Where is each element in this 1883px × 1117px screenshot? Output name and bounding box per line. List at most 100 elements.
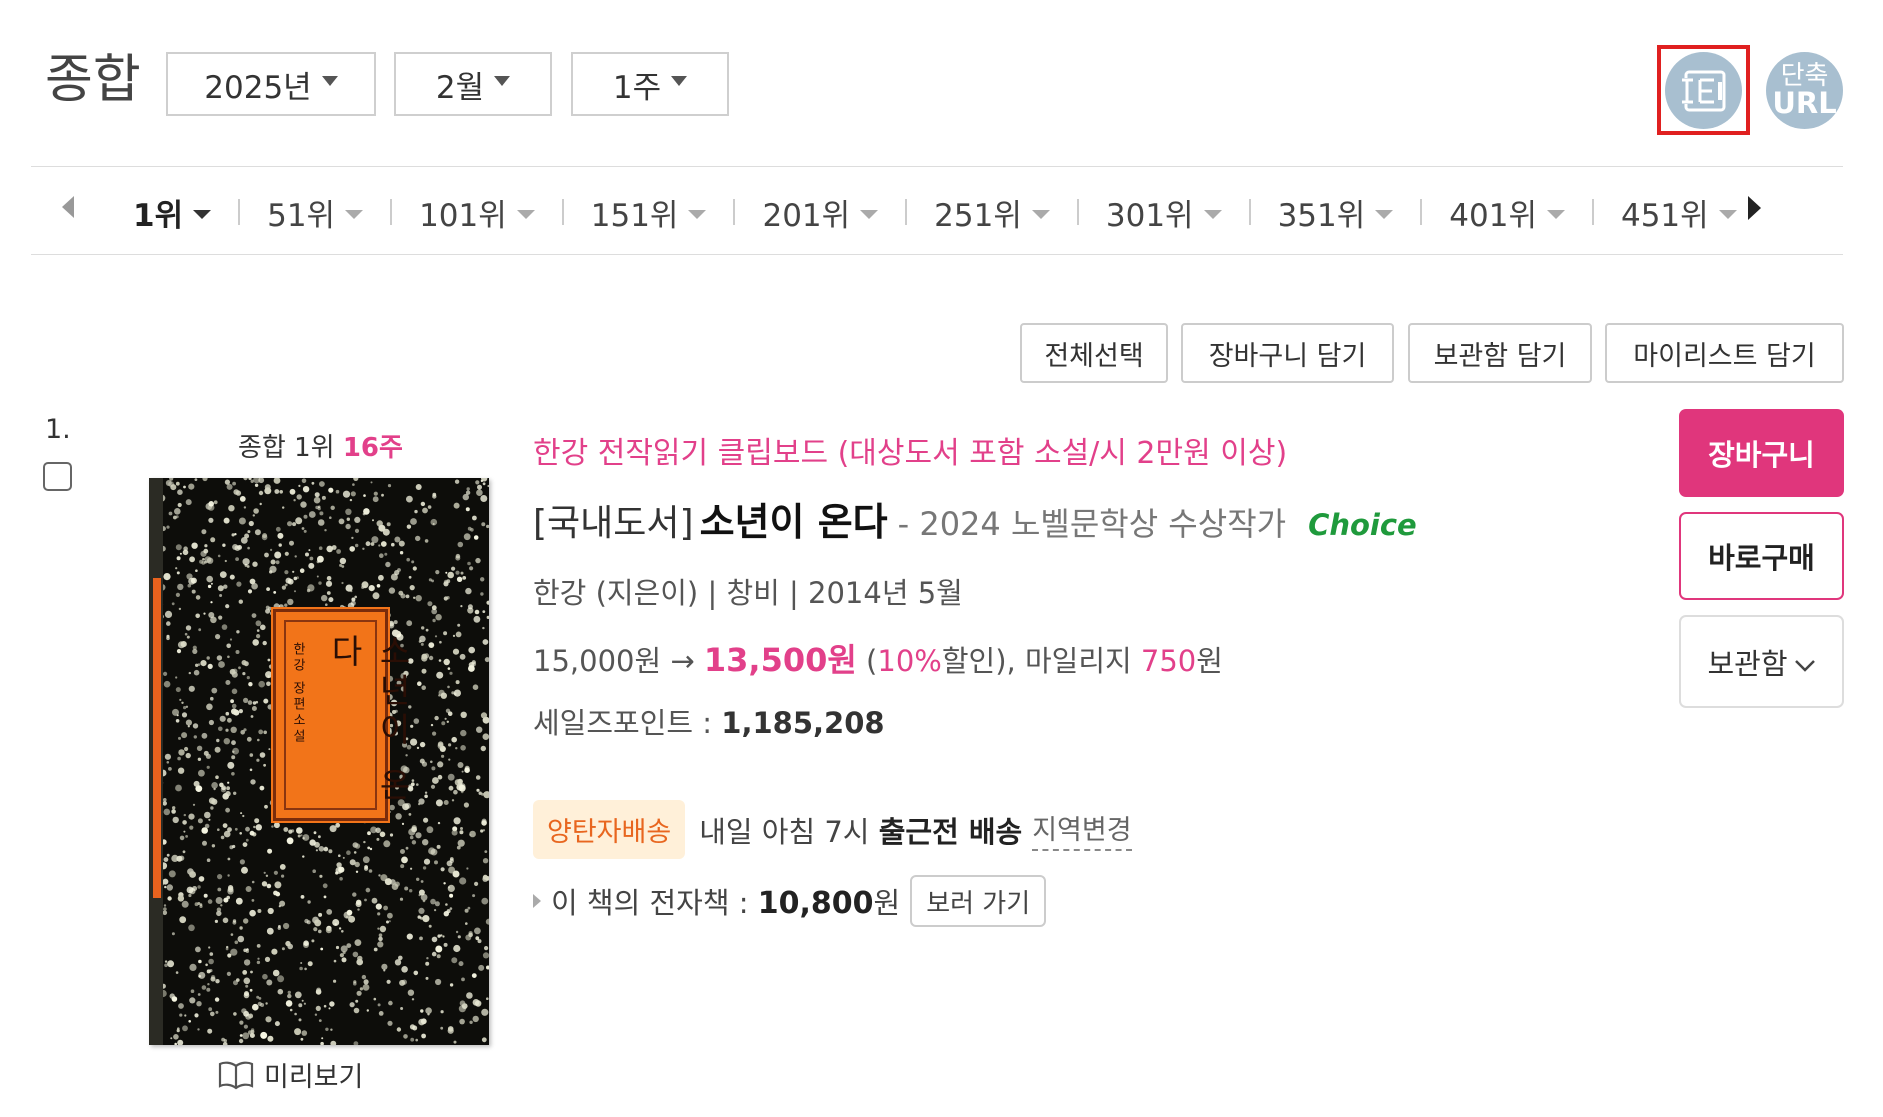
- change-region-link[interactable]: 지역변경: [1032, 808, 1132, 851]
- chevron-down-icon: [1203, 209, 1222, 219]
- rank-range-label: 151위: [590, 197, 679, 234]
- mileage-value: 750: [1140, 644, 1197, 678]
- add-to-mylist-button[interactable]: 마이리스트 담기: [1605, 323, 1844, 383]
- chevron-down-icon: [494, 76, 511, 86]
- rank-separator: [733, 199, 736, 225]
- add-to-cart-button[interactable]: 장바구니 담기: [1181, 323, 1394, 383]
- rank-range-label: 351위: [1277, 197, 1366, 234]
- ebook-label: 이 책의 전자책 :: [551, 886, 749, 920]
- divider: [31, 166, 1843, 167]
- item-checkbox[interactable]: [43, 462, 72, 491]
- cart-button[interactable]: 장바구니: [1679, 409, 1844, 497]
- month-select-label: 2월: [435, 69, 485, 106]
- year-select-label: 2025년: [204, 69, 312, 106]
- price-line: 15,000원 → 13,500원 (10%할인), 마일리지 750원: [533, 635, 1223, 681]
- rank-range-label: 101위: [419, 197, 507, 234]
- rank-separator: [1591, 199, 1594, 225]
- rank-range-item[interactable]: 251위: [919, 190, 1065, 235]
- ebook-info: 이 책의 전자책 : 10,800원 보러 가기: [533, 875, 1047, 927]
- share-icon: [1680, 70, 1725, 111]
- select-all-button[interactable]: 전체선택: [1020, 323, 1168, 383]
- book-open-icon: [218, 1061, 254, 1089]
- delivery-info: 양탄자배송 내일 아침 7시 출근전 배송 지역변경: [533, 800, 1132, 859]
- sale-price: 13,500원: [703, 641, 857, 679]
- share-button[interactable]: [1665, 52, 1742, 129]
- rank-prev-arrow-icon[interactable]: [62, 196, 74, 218]
- rank-badge: 종합 1위 16주: [238, 427, 403, 464]
- rank-range-item[interactable]: 401위: [1434, 190, 1580, 235]
- chevron-down-icon: [1546, 209, 1565, 219]
- month-select[interactable]: 2월: [394, 52, 552, 116]
- discount-word: 할인), 마일리지: [941, 644, 1132, 678]
- rank-range-item[interactable]: 101위: [404, 190, 550, 235]
- buy-now-button[interactable]: 바로구매: [1679, 512, 1844, 600]
- cover-title-label: 소년이 온다 한강 장편소설: [271, 607, 412, 823]
- rank-separator: [1076, 199, 1079, 225]
- week-select[interactable]: 1주: [571, 52, 729, 116]
- rank-separator: [1420, 199, 1423, 225]
- rank-separator: [1248, 199, 1251, 225]
- cover-spine-strip: [153, 578, 161, 898]
- rank-range-label: 201위: [762, 197, 851, 234]
- rank-nav: 1위 51위 101위 151위 201위 251위 301위 351위 401위 451위: [118, 190, 1752, 234]
- short-url-line2: URL: [1772, 86, 1837, 120]
- cover-subtitle: 한강 장편소설: [290, 642, 305, 746]
- choice-badge: Choice: [1308, 508, 1417, 542]
- cover-title: 소년이 온다: [325, 634, 412, 807]
- rank-range-item[interactable]: 51위: [252, 190, 378, 235]
- sales-points: 세일즈포인트 : 1,185,208: [533, 700, 885, 742]
- short-url-button[interactable]: 단축 URL: [1766, 52, 1843, 129]
- author-line[interactable]: 한강 (지은이) | 창비 | 2014년 5월: [533, 570, 963, 612]
- rank-range-item[interactable]: 451위: [1606, 190, 1752, 235]
- rank-range-label: 401위: [1449, 197, 1537, 234]
- delivery-badge: 양탄자배송: [533, 800, 686, 859]
- chevron-down-icon: [1718, 209, 1737, 219]
- title-line: [국내도서] 소년이 온다 - 2024 노벨문학상 수상작가 Choice: [533, 491, 1417, 546]
- chevron-down-icon: [688, 209, 707, 219]
- rank-range-label: 301위: [1105, 197, 1194, 234]
- chevron-down-icon: [193, 209, 212, 219]
- rank-next-arrow-icon[interactable]: [1748, 196, 1761, 220]
- sales-points-value: 1,185,208: [721, 706, 885, 740]
- chevron-down-icon: [671, 76, 688, 86]
- week-select-label: 1주: [612, 69, 662, 106]
- rank-separator: [905, 199, 908, 225]
- delivery-text: 내일 아침 7시 출근전 배송: [699, 809, 1022, 851]
- book-cover[interactable]: 소년이 온다 한강 장편소설: [149, 478, 489, 1045]
- divider: [31, 254, 1843, 255]
- page-title: 종합: [45, 50, 141, 110]
- chevron-down-icon: [1375, 209, 1394, 219]
- preview-link[interactable]: 미리보기: [218, 1055, 363, 1094]
- chevron-down-icon: [860, 209, 879, 219]
- rank-range-item[interactable]: 151위: [576, 190, 722, 235]
- rank-range-label: 51위: [267, 197, 336, 234]
- mileage-unit: 원: [1196, 644, 1223, 678]
- rank-range-item[interactable]: 201위: [747, 190, 893, 235]
- rank-range-item[interactable]: 301위: [1091, 190, 1237, 235]
- rank-separator: [561, 199, 564, 225]
- book-subtitle: - 2024 노벨문학상 수상작가: [897, 505, 1287, 543]
- rank-badge-prefix: 종합 1위: [238, 433, 335, 463]
- book-category: [국내도서]: [533, 503, 694, 544]
- rank-range-label: 251위: [934, 197, 1022, 234]
- chevron-down-icon: [1794, 659, 1815, 672]
- book-title-link[interactable]: 소년이 온다: [700, 491, 888, 546]
- year-select[interactable]: 2025년: [166, 52, 376, 116]
- item-number: 1.: [45, 414, 71, 445]
- delivery-text-prefix: 내일 아침 7시: [699, 814, 870, 849]
- ebook-won: 원: [873, 886, 901, 920]
- rank-range-item[interactable]: 1위: [118, 190, 226, 235]
- chevron-down-icon: [1031, 209, 1050, 219]
- ebook-view-button[interactable]: 보러 가기: [910, 875, 1047, 927]
- sales-points-label: 세일즈포인트 :: [533, 706, 713, 740]
- price-open-paren: (: [866, 644, 878, 678]
- triangle-right-icon: [533, 894, 541, 908]
- rank-range-label: 451위: [1620, 197, 1709, 234]
- storage-dropdown-button[interactable]: 보관함: [1679, 615, 1844, 708]
- rank-range-item[interactable]: 351위: [1263, 190, 1409, 235]
- list-price: 15,000원 →: [533, 644, 695, 678]
- rank-range-label: 1위: [133, 197, 184, 234]
- add-to-storage-button[interactable]: 보관함 담기: [1408, 323, 1592, 383]
- rank-badge-weeks: 16주: [342, 433, 403, 463]
- promo-link[interactable]: 한강 전작읽기 클립보드 (대상도서 포함 소설/시 2만원 이상): [533, 428, 1287, 472]
